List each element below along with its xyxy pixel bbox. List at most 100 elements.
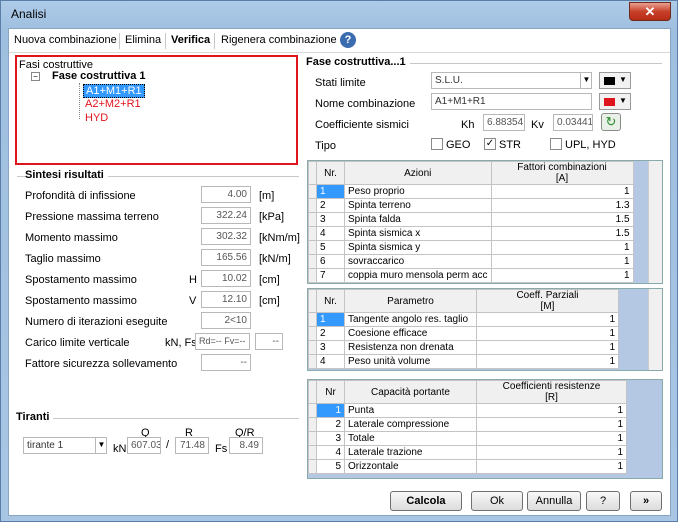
calcola-button[interactable]: Calcola bbox=[390, 491, 462, 511]
table-cell[interactable]: Laterale compressione bbox=[344, 417, 477, 432]
nome-combinazione-input[interactable]: A1+M1+R1 bbox=[431, 93, 592, 110]
table-cell[interactable]: Spinta terreno bbox=[344, 198, 492, 213]
ok-button[interactable]: Ok bbox=[471, 491, 523, 511]
table-cell[interactable]: Coesione efficace bbox=[344, 326, 477, 341]
geo-checkbox[interactable] bbox=[431, 138, 443, 150]
tree-item-a2m2r1[interactable]: A2+M2+R1 bbox=[85, 98, 141, 110]
row-header[interactable] bbox=[308, 212, 317, 227]
table-cell[interactable]: 4 bbox=[316, 445, 345, 460]
table-cell[interactable]: 7 bbox=[316, 268, 345, 283]
table-cell[interactable]: Laterale trazione bbox=[344, 445, 477, 460]
table-cell[interactable]: 1 bbox=[316, 403, 345, 418]
table-cell[interactable]: 1.3 bbox=[490, 198, 634, 213]
table-row[interactable]: 3 Resistenza non drenata 1 bbox=[308, 340, 619, 355]
annulla-button[interactable]: Annulla bbox=[527, 491, 581, 511]
table-cell[interactable]: 1 bbox=[476, 445, 627, 460]
table-cell[interactable]: Resistenza non drenata bbox=[344, 340, 477, 355]
table-cell[interactable]: Punta bbox=[344, 403, 477, 418]
kh-input[interactable]: 6.88354 bbox=[483, 114, 525, 131]
table-cell[interactable]: 1 bbox=[476, 431, 627, 446]
table-cell[interactable]: Peso proprio bbox=[344, 184, 492, 199]
row-header[interactable] bbox=[308, 354, 317, 369]
close-button[interactable]: ✕ bbox=[629, 2, 671, 21]
nuova-combinazione-button[interactable]: Nuova combinazione bbox=[14, 34, 117, 46]
table-cell[interactable]: Spinta sismica y bbox=[344, 240, 492, 255]
row-header[interactable] bbox=[308, 184, 317, 199]
table-cell[interactable]: 1 bbox=[316, 184, 345, 199]
row-header[interactable] bbox=[308, 268, 317, 283]
row-header[interactable] bbox=[308, 445, 317, 460]
elimina-button[interactable]: Elimina bbox=[125, 34, 161, 46]
table-cell[interactable]: 2 bbox=[316, 326, 345, 341]
capacita-grid[interactable]: Nr Capacità portante Coefficienti resisten… bbox=[307, 379, 663, 479]
table-cell[interactable]: Peso unità volume bbox=[344, 354, 477, 369]
color-picker-nome[interactable]: ▼ bbox=[599, 93, 631, 110]
chevron-down-icon[interactable]: ▼ bbox=[95, 437, 107, 454]
verifica-button[interactable]: Verifica bbox=[171, 34, 210, 46]
table-cell[interactable]: 1 bbox=[476, 340, 619, 355]
scrollbar[interactable] bbox=[648, 289, 662, 370]
table-row[interactable]: 6 sovraccarico 1 bbox=[308, 254, 634, 269]
table-row[interactable]: 7 coppia muro mensola perm acc 1 bbox=[308, 268, 634, 283]
row-header[interactable] bbox=[308, 403, 317, 418]
table-cell[interactable]: 1 bbox=[490, 240, 634, 255]
table-cell[interactable]: Tangente angolo res. taglio bbox=[344, 312, 477, 327]
table-cell[interactable]: 1.5 bbox=[490, 226, 634, 241]
table-row[interactable]: 2 Laterale compressione 1 bbox=[308, 417, 627, 432]
column-header[interactable]: Fattori combinazioni [A] bbox=[490, 161, 634, 185]
table-row[interactable]: 4 Spinta sismica x 1.5 bbox=[308, 226, 634, 241]
table-cell[interactable]: 3 bbox=[316, 340, 345, 355]
help-icon[interactable]: ? bbox=[340, 32, 356, 48]
rigenera-combinazione-button[interactable]: Rigenera combinazione bbox=[221, 34, 337, 46]
row-header[interactable] bbox=[308, 312, 317, 327]
table-row[interactable]: 1 Peso proprio 1 bbox=[308, 184, 634, 199]
help-button[interactable]: ? bbox=[586, 491, 620, 511]
more-button[interactable]: » bbox=[630, 491, 662, 511]
table-cell[interactable]: 1.5 bbox=[490, 212, 634, 227]
kv-input[interactable]: 0.03441 bbox=[553, 114, 593, 131]
column-header[interactable]: Azioni bbox=[344, 161, 492, 185]
row-header[interactable] bbox=[308, 254, 317, 269]
table-row[interactable]: 1 Punta 1 bbox=[308, 403, 627, 418]
table-cell[interactable]: 4 bbox=[316, 226, 345, 241]
row-header[interactable] bbox=[308, 431, 317, 446]
table-row[interactable]: 3 Totale 1 bbox=[308, 431, 627, 446]
row-header[interactable] bbox=[308, 226, 317, 241]
table-cell[interactable]: Totale bbox=[344, 431, 477, 446]
row-header[interactable] bbox=[308, 417, 317, 432]
table-cell[interactable]: sovraccarico bbox=[344, 254, 492, 269]
row-header[interactable] bbox=[308, 198, 317, 213]
table-row[interactable]: 1 Tangente angolo res. taglio 1 bbox=[308, 312, 619, 327]
column-header[interactable]: Parametro bbox=[344, 289, 477, 313]
column-header[interactable]: Coeff. Parziali [M] bbox=[476, 289, 619, 313]
upl-hyd-checkbox[interactable] bbox=[550, 138, 562, 150]
table-cell[interactable]: 1 bbox=[476, 312, 619, 327]
table-row[interactable]: 4 Peso unità volume 1 bbox=[308, 354, 619, 369]
column-header[interactable]: Coefficienti resistenze [R] bbox=[476, 380, 627, 404]
table-cell[interactable]: 1 bbox=[476, 326, 619, 341]
table-cell[interactable]: 3 bbox=[316, 212, 345, 227]
table-cell[interactable]: coppia muro mensola perm acc bbox=[344, 268, 492, 283]
table-cell[interactable]: 1 bbox=[476, 403, 627, 418]
parametri-grid[interactable]: Nr. Parametro Coeff. Parziali [M] 1 Tangente … bbox=[307, 288, 663, 371]
refresh-icon[interactable]: ↻ bbox=[601, 113, 621, 131]
table-cell[interactable]: 3 bbox=[316, 431, 345, 446]
table-cell[interactable]: 4 bbox=[316, 354, 345, 369]
table-row[interactable]: 5 Spinta sismica y1 bbox=[308, 240, 634, 255]
table-cell[interactable]: 1 bbox=[490, 254, 634, 269]
row-header[interactable] bbox=[308, 326, 317, 341]
column-header[interactable]: Nr bbox=[316, 380, 345, 404]
table-row[interactable]: 2 Coesione efficace 1 bbox=[308, 326, 619, 341]
table-cell[interactable]: 5 bbox=[316, 459, 345, 474]
table-cell[interactable]: 6 bbox=[316, 254, 345, 269]
row-header[interactable] bbox=[308, 340, 317, 355]
column-header[interactable]: Nr. bbox=[316, 161, 345, 185]
table-row[interactable]: 2 Spinta terreno 1.3 bbox=[308, 198, 634, 213]
tree-item-hyd[interactable]: HYD bbox=[85, 112, 108, 124]
tree-phase[interactable]: Fase costruttiva 1 bbox=[52, 70, 146, 82]
row-header[interactable] bbox=[308, 459, 317, 474]
str-checkbox[interactable]: ✓ bbox=[484, 138, 496, 150]
collapse-icon[interactable]: − bbox=[31, 72, 40, 81]
table-cell[interactable]: Spinta falda bbox=[344, 212, 492, 227]
table-cell[interactable]: 2 bbox=[316, 198, 345, 213]
